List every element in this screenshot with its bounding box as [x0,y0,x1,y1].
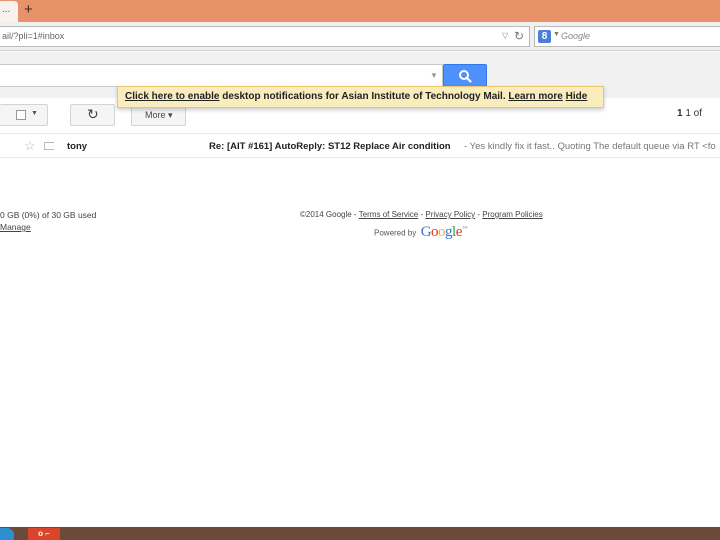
copyright-text: ©2014 Google - [300,210,359,219]
new-tab-button[interactable]: + [24,1,33,19]
pager-rest: 1 of [682,108,703,119]
address-url: ail/?pli=1#inbox [2,31,65,41]
tab-title: ... [2,4,11,15]
importance-marker-icon[interactable] [44,142,54,150]
history-dropdown-icon[interactable]: ▽ [502,31,508,40]
notification-message: desktop notifications for Asian Institut… [219,91,506,102]
program-policies-link[interactable]: Program Policies [482,210,542,219]
pagination-info: 1 1 of [677,108,702,119]
google-search-engine-icon[interactable]: 8 [538,30,551,43]
powered-by-google: Powered by Google™ [374,224,468,242]
refresh-button[interactable]: ↻ [70,104,115,126]
star-icon[interactable]: ☆ [24,138,36,154]
desktop-notification-banner: Click here to enable desktop notificatio… [117,86,604,108]
search-options-dropdown-icon[interactable]: ▼ [430,71,438,80]
table-row[interactable]: ☆ tony Re: [AIT #161] AutoReply: ST12 Re… [0,133,720,158]
storage-usage: 0 GB (0%) of 30 GB used [0,210,97,220]
start-button[interactable] [0,528,14,540]
powered-by-text: Powered by [374,228,417,238]
footer-links: ©2014 Google - Terms of Service - Privac… [300,210,543,219]
mail-search-input[interactable]: ▼ [0,64,443,87]
message-snippet: - Yes kindly fix it fast.. Quoting The d… [464,141,716,152]
browser-tab-strip: ... + [0,0,720,22]
select-button[interactable]: ▼ [0,104,48,126]
taskbar-office-app[interactable]: o ⌐ [28,528,60,540]
privacy-policy-link[interactable]: Privacy Policy [425,210,475,219]
windows-taskbar: o ⌐ [0,527,720,540]
message-subject: Re: [AIT #161] AutoReply: ST12 Replace A… [209,141,451,152]
address-bar[interactable]: ail/?pli=1#inbox ▽ ↻ [0,26,530,47]
select-checkbox-icon [16,110,26,120]
search-engine-dropdown-icon[interactable]: ▼ [553,31,560,38]
chevron-down-icon: ▼ [31,110,38,117]
browser-search-box[interactable]: 8 ▼ Google [534,26,720,47]
terms-of-service-link[interactable]: Terms of Service [359,210,419,219]
reload-icon[interactable]: ↻ [514,29,524,43]
search-placeholder: Google [561,31,591,41]
learn-more-link[interactable]: Learn more [508,91,562,102]
refresh-icon: ↻ [87,106,99,122]
hide-link[interactable]: Hide [566,91,588,102]
search-icon [459,70,472,83]
browser-tab[interactable]: ... [0,1,18,22]
mail-search-button[interactable] [443,64,487,87]
browser-nav-bar: ail/?pli=1#inbox ▽ ↻ 8 ▼ Google [0,22,720,51]
manage-storage-link[interactable]: Manage [0,222,31,232]
message-sender: tony [67,141,88,152]
enable-notifications-link[interactable]: Click here to enable [125,91,219,102]
more-button-label: More ▾ [145,110,173,120]
google-logo: Google™ [420,224,468,241]
